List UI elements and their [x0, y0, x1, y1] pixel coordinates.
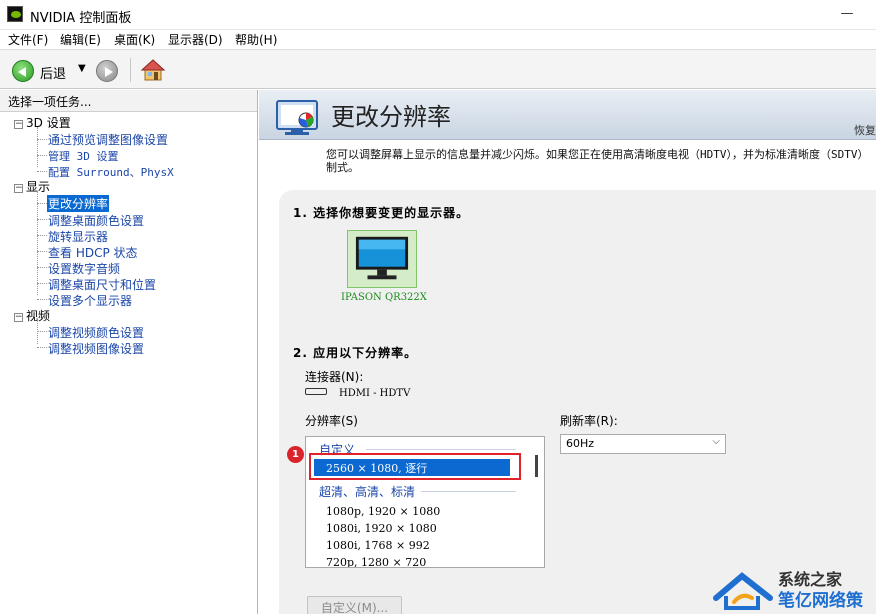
toolbar-divider	[130, 58, 131, 82]
title-bar: NVIDIA 控制面板 —	[0, 0, 876, 30]
connector-value-text: HDMI - HDTV	[339, 388, 411, 399]
tree-item-video-color[interactable]: 调整视频颜色设置	[48, 324, 144, 341]
list-scrollbar[interactable]	[535, 455, 538, 477]
menu-display[interactable]: 显示器(D)	[168, 31, 223, 48]
chevron-down-icon: ⌵	[712, 436, 720, 447]
connector-label: 连接器(N):	[305, 370, 364, 384]
tree-item-video-image[interactable]: 调整视频图像设置	[48, 340, 144, 357]
nvidia-logo-icon	[7, 6, 23, 22]
nvidia-control-panel-window: NVIDIA 控制面板 — 文件(F) 编辑(E) 桌面(K) 显示器(D) 帮…	[0, 0, 876, 614]
tree-item-manage-3d-settings[interactable]: 管理 3D 设置	[48, 148, 119, 164]
tree-item-multiple-displays[interactable]: 设置多个显示器	[48, 292, 132, 309]
step-1-label: 1. 选择你想要变更的显示器。	[293, 206, 470, 220]
back-arrow-icon[interactable]	[12, 60, 34, 82]
tree-node-label: 3D 设置	[26, 116, 71, 130]
content-panel: 更改分辨率 恢复 您可以调整屏幕上显示的信息量并减少闪烁。如果您正在使用高清晰度…	[259, 90, 876, 614]
toolbar: 后退 ▼	[0, 49, 876, 89]
settings-card: 1. 选择你想要变更的显示器。 IPASON QR322X 2. 应用以下分辨率…	[279, 190, 876, 614]
forward-arrow-icon[interactable]	[96, 60, 118, 82]
resolution-option[interactable]: 1080i, 1920 × 1080	[326, 522, 437, 535]
resolution-option[interactable]: 720p, 1280 × 720	[326, 556, 426, 567]
resolution-label: 分辨率(S)	[305, 414, 358, 428]
collapse-icon[interactable]: −	[14, 120, 23, 129]
resolution-option[interactable]: 1080p, 1920 × 1080	[326, 505, 440, 518]
menu-help[interactable]: 帮助(H)	[235, 31, 277, 48]
tree-item-change-resolution[interactable]: 更改分辨率	[47, 195, 110, 212]
tree-item-rotate-display[interactable]: 旋转显示器	[48, 228, 108, 245]
resolution-option[interactable]: 1080i, 1768 × 992	[326, 539, 430, 552]
monitor-icon	[355, 236, 409, 280]
collapse-icon[interactable]: −	[14, 313, 23, 322]
site-watermark: 系统之家 笔亿网络策划	[712, 564, 876, 614]
task-panel-header: 选择一项任务...	[0, 90, 257, 112]
step-2-label: 2. 应用以下分辨率。	[293, 346, 418, 360]
connector-value: HDMI - HDTV	[305, 388, 410, 399]
watermark-logo-icon	[713, 572, 773, 610]
menu-bar: 文件(F) 编辑(E) 桌面(K) 显示器(D) 帮助(H)	[0, 30, 876, 48]
tree-node-3d-settings[interactable]: −3D 设置	[14, 114, 71, 131]
tree-item-preview-image-settings[interactable]: 通过预览调整图像设置	[48, 131, 168, 148]
page-title: 更改分辨率	[331, 103, 451, 131]
tree-item-configure-surround-physx[interactable]: 配置 Surround、PhysX	[48, 164, 174, 180]
custom-resolution-button[interactable]: 自定义(M)...	[307, 596, 402, 614]
menu-edit[interactable]: 编辑(E)	[60, 31, 101, 48]
display-settings-icon	[276, 100, 318, 135]
minimize-button[interactable]: —	[832, 0, 862, 30]
display-select-tile[interactable]	[347, 230, 417, 288]
highlight-box	[309, 453, 521, 480]
display-name: IPASON QR322X	[341, 292, 427, 303]
tree-node-display[interactable]: − 显示	[14, 178, 50, 195]
restore-defaults-link[interactable]: 恢复	[854, 122, 876, 138]
tree-item-hdcp-status[interactable]: 查看 HDCP 状态	[48, 244, 138, 261]
tree-node-video[interactable]: − 视频	[14, 307, 50, 324]
refresh-rate-value: 60Hz	[566, 437, 595, 450]
group-hd-label: 超清、高清、标清	[319, 485, 416, 499]
refresh-rate-label: 刷新率(R):	[560, 414, 618, 428]
tree-node-label: 视频	[26, 309, 51, 323]
window-title: NVIDIA 控制面板	[30, 11, 132, 26]
step-badge: 1	[287, 446, 304, 463]
collapse-icon[interactable]: −	[14, 184, 23, 193]
tree-item-digital-audio[interactable]: 设置数字音频	[48, 260, 120, 277]
task-panel: 选择一项任务... −3D 设置 通过预览调整图像设置 管理 3D 设置 配置 …	[0, 90, 258, 614]
tree-node-label: 显示	[26, 180, 51, 194]
back-dropdown-icon[interactable]: ▼	[78, 63, 86, 74]
hdmi-icon	[305, 388, 327, 395]
menu-file[interactable]: 文件(F)	[8, 31, 48, 48]
refresh-rate-select[interactable]: 60Hz ⌵	[560, 434, 726, 454]
page-banner: 更改分辨率 恢复	[259, 90, 876, 140]
back-button-label[interactable]: 后退	[40, 63, 66, 82]
home-icon[interactable]	[140, 58, 166, 82]
page-description: 您可以调整屏幕上显示的信息量并减少闪烁。如果您正在使用高清晰度电视（HDTV），…	[326, 148, 869, 174]
tree-item-desktop-color[interactable]: 调整桌面颜色设置	[48, 212, 144, 229]
menu-desktop[interactable]: 桌面(K)	[114, 31, 155, 48]
tree-item-desktop-size-position[interactable]: 调整桌面尺寸和位置	[48, 276, 156, 293]
watermark-line-2: 笔亿网络策划	[778, 591, 863, 611]
